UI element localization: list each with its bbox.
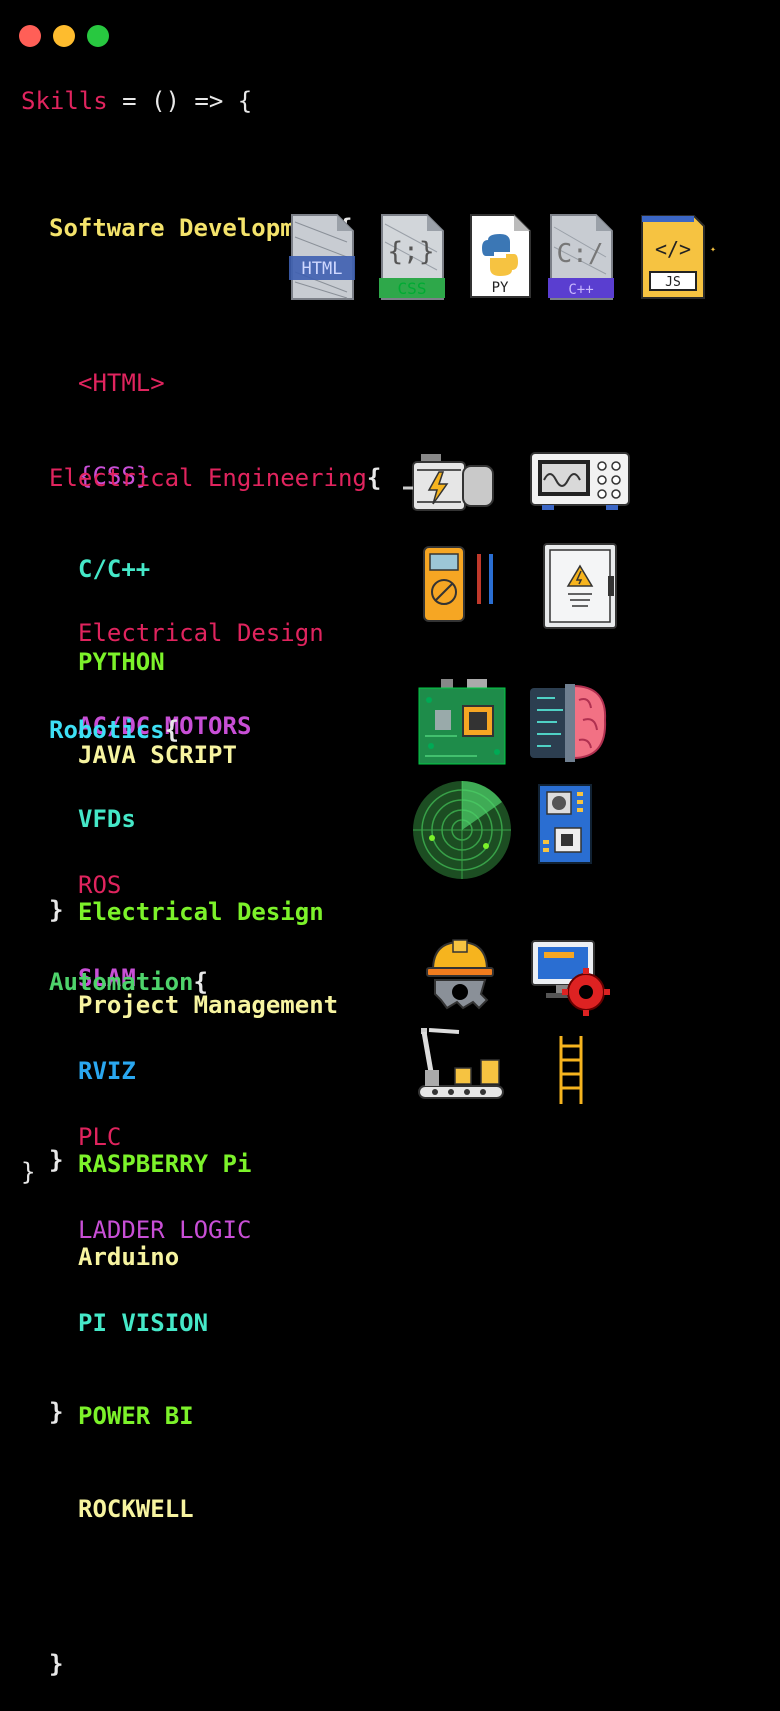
svg-text:{;}: {;} [388,237,435,267]
icon-label: JS [665,275,681,290]
python-file-icon: PY [470,214,531,298]
computer-gear-icon [531,940,610,1016]
robot-arm-conveyor-icon [418,1028,504,1099]
close-button[interactable] [19,25,41,47]
section-close-brace: } [49,1650,64,1678]
icon-label: HTML [302,259,343,279]
icon-label: CSS [398,279,427,298]
section-title: Automation [49,968,194,996]
function-signature: = () => { [107,87,253,115]
function-close-brace: } [21,1158,36,1186]
minimize-button[interactable] [53,25,75,47]
maximize-button[interactable] [87,25,109,47]
skill-item: Electrical Design [78,619,324,647]
engineering-helmet-gear-icon [426,939,494,1010]
electrical-panel-icon [543,543,617,629]
skill-item: ROS [78,871,122,899]
svg-text:</>: </> [655,237,691,261]
multimeter-icon [423,546,493,622]
svg-text:C:/: C:/ [557,239,604,269]
section-title: Electrical Engineering [49,464,367,492]
terminal-window: { "window": { "buttons": [ {"name":"clos… [0,0,780,1678]
skill-item: <HTML> [78,369,165,397]
circuit-board-icon [418,679,506,765]
skill-item: PLC [78,1123,122,1151]
cpp-file-icon: C:/ C++ [548,214,614,300]
css-file-icon: {;} CSS [379,214,445,300]
section-automation: Automation{ PLC LADDER LOGIC PI VISION P… [49,968,252,1678]
icon-label: PY [492,280,509,296]
ladder-icon [559,1036,583,1104]
skill-item: ROCKWELL [78,1495,194,1523]
skill-item: LADDER LOGIC [78,1216,252,1244]
radar-icon [413,781,511,879]
svg-text:✦: ✦ [710,244,716,255]
electric-motor-icon [403,454,494,511]
ai-brain-icon [530,684,607,762]
icon-label: C++ [568,282,593,298]
html-file-icon: HTML [289,214,355,300]
skill-item: PI VISION [78,1309,209,1337]
section-title: Robotics [49,716,165,744]
microcontroller-icon [538,784,592,864]
function-name: Skills [21,87,108,115]
function-declaration: Skills = () => { [21,86,252,117]
oscilloscope-icon [530,452,630,510]
skill-item: POWER BI [78,1402,194,1430]
js-file-icon: </> JS ✦ [641,215,716,299]
